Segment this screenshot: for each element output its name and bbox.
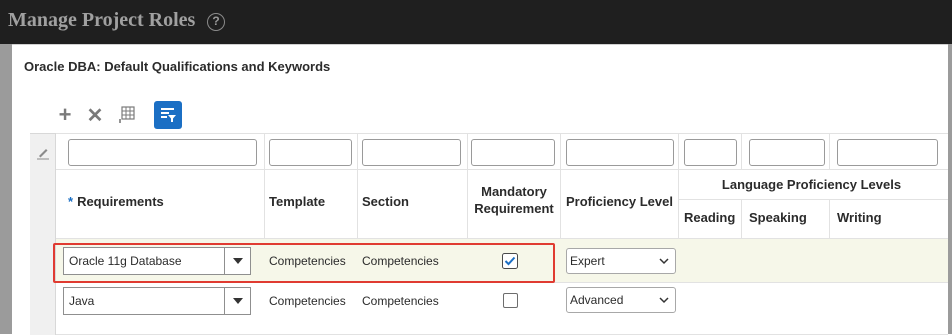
dialog-title: Oracle DBA: Default Qualifications and K… [24, 59, 331, 74]
qualifications-table: * Requirements Template Section Mandatory… [30, 133, 948, 335]
background-overlay-left [0, 44, 12, 334]
column-header-template[interactable]: Template [265, 170, 358, 239]
proficiency-header-label: Proficiency Level [566, 194, 673, 209]
add-row-button[interactable]: + [56, 101, 74, 129]
page-title: Manage Project Roles [8, 9, 196, 31]
column-header-reading[interactable]: Reading [679, 200, 742, 239]
template-header-label: Template [269, 194, 326, 209]
filter-cell-mandatory [468, 133, 561, 170]
requirements-header-label: * Requirements [68, 194, 164, 209]
query-by-example-button[interactable] [154, 101, 182, 129]
mandatory-header-line1: Mandatory [481, 184, 547, 199]
proficiency-filter-input[interactable] [566, 139, 674, 166]
reading-header-label: Reading [684, 210, 736, 225]
column-header-section[interactable]: Section [358, 170, 468, 239]
speaking-header-label: Speaking [749, 210, 807, 225]
requirement-combobox[interactable]: Java [63, 287, 251, 315]
section-cell: Competencies [362, 294, 439, 308]
requirement-dropdown-button[interactable] [224, 288, 250, 314]
chevron-down-icon [659, 258, 669, 265]
filter-cell-requirements [56, 133, 265, 170]
proficiency-value: Expert [570, 254, 605, 268]
pencil-icon [37, 149, 49, 160]
column-header-proficiency[interactable]: Proficiency Level [561, 170, 679, 239]
column-header-speaking[interactable]: Speaking [742, 200, 830, 239]
freeze-columns-icon [119, 106, 135, 123]
filter-row-header [30, 133, 56, 170]
writing-filter-input[interactable] [837, 139, 938, 166]
filter-cell-proficiency [561, 133, 679, 170]
filter-icon [161, 108, 176, 122]
header-row-header [30, 170, 56, 239]
mandatory-header-line2: Requirement [474, 201, 554, 216]
column-group-language-proficiency: Language Proficiency Levels [679, 170, 948, 200]
filter-cell-speaking [742, 133, 830, 170]
speaking-filter-input[interactable] [749, 139, 825, 166]
required-marker: * [68, 194, 74, 209]
language-group-label: Language Proficiency Levels [721, 177, 902, 192]
section-filter-input[interactable] [362, 139, 461, 166]
proficiency-select[interactable]: Expert [566, 248, 676, 274]
x-icon: ✕ [86, 104, 104, 127]
dropdown-arrow-icon [232, 298, 243, 304]
reading-filter-input[interactable] [684, 139, 737, 166]
row-header-2[interactable] [30, 283, 56, 335]
filter-cell-section [358, 133, 468, 170]
column-header-mandatory[interactable]: Mandatory Requirement [468, 170, 561, 239]
requirement-value: Java [69, 294, 95, 308]
window-titlebar: Manage Project Roles ? [0, 0, 952, 44]
proficiency-select[interactable]: Advanced [566, 287, 676, 313]
filter-cell-template [265, 133, 358, 170]
section-header-label: Section [362, 194, 409, 209]
requirements-header-text: Requirements [77, 194, 164, 209]
delete-row-button[interactable]: ✕ [86, 101, 104, 129]
column-header-requirements[interactable]: * Requirements [56, 170, 265, 239]
mandatory-checkbox[interactable] [503, 293, 518, 308]
proficiency-value: Advanced [570, 293, 624, 307]
annotation-highlight-box [53, 243, 555, 283]
qualifications-dialog: Oracle DBA: Default Qualifications and K… [12, 44, 948, 335]
plus-icon: + [58, 102, 72, 127]
mandatory-filter-input[interactable] [471, 139, 555, 166]
table-row[interactable]: Java Competencies Competencies Advanced [56, 283, 948, 335]
filter-cell-reading [679, 133, 742, 170]
column-header-writing[interactable]: Writing [830, 200, 948, 239]
writing-header-label: Writing [837, 210, 882, 225]
chevron-down-icon [659, 297, 669, 304]
help-icon[interactable]: ? [207, 13, 225, 31]
requirements-filter-input[interactable] [68, 139, 257, 166]
filter-cell-writing [830, 133, 948, 170]
freeze-columns-button[interactable] [118, 101, 136, 129]
template-cell: Competencies [269, 294, 346, 308]
template-filter-input[interactable] [269, 139, 352, 166]
background-overlay-right [948, 44, 952, 334]
